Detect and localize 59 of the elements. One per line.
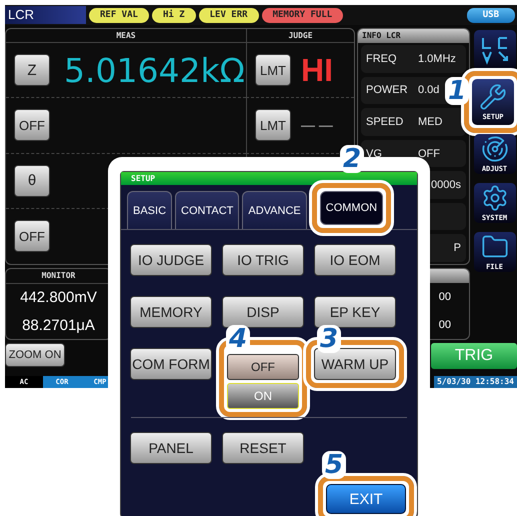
status-badge: Hi Z <box>152 8 196 22</box>
limit-button[interactable]: LMT <box>255 54 291 86</box>
setting-button[interactable]: COM FORM <box>130 348 212 380</box>
step-number: 5 <box>322 451 346 479</box>
parameter-button[interactable]: Z <box>14 54 50 86</box>
setting-button[interactable]: PANEL <box>130 432 212 464</box>
info-label: POWER <box>366 84 409 96</box>
info-label: VG <box>366 148 383 160</box>
panel-header: INFO LCR <box>358 29 469 43</box>
judge-result: — — <box>301 117 333 134</box>
info-value: MED <box>418 116 442 128</box>
setting-button[interactable]: WARM UP <box>314 348 396 380</box>
setting-button[interactable]: IO TRIG <box>222 244 304 276</box>
info-label: FREQ <box>366 52 398 65</box>
tab[interactable]: CONTACT <box>175 191 240 229</box>
side-menu-button[interactable] <box>474 30 516 70</box>
step-number: 2 <box>340 145 364 173</box>
screen-title: LCR <box>5 6 86 24</box>
dialog-title: SETUP <box>121 172 417 185</box>
setting-button[interactable]: MEMORY <box>130 296 212 328</box>
setting-button[interactable]: IO JUDGE <box>130 244 212 276</box>
status-badge: LEV ERR <box>198 8 259 22</box>
target-icon <box>480 135 508 163</box>
monitor-value: 442.800mV <box>19 288 98 308</box>
usb-indicator: USB <box>466 8 515 22</box>
status-badge: MEMORY FULL <box>262 8 344 22</box>
info-value: 0.0d <box>418 84 440 96</box>
setting-button[interactable]: IO EOM <box>314 244 396 276</box>
info-value: OFF <box>418 148 440 160</box>
info-value: 00 <box>438 291 451 303</box>
column-header: MEAS <box>6 29 246 43</box>
parameter-button[interactable]: θ <box>14 164 50 197</box>
info-value: 00 <box>438 319 451 331</box>
monitor-value: 88.2701μA <box>21 316 96 336</box>
judge-result: HI <box>301 52 333 89</box>
tab[interactable]: BASIC <box>127 191 172 229</box>
tab[interactable]: ADVANCE <box>242 191 307 229</box>
parameter-button[interactable]: OFF <box>14 220 50 252</box>
info-value: 1.0MHz <box>418 52 456 65</box>
exit-button[interactable]: EXIT <box>326 484 406 514</box>
setting-button[interactable]: RESET <box>222 432 304 464</box>
tab[interactable]: COMMON <box>320 191 384 225</box>
setting-button[interactable]: EP KEY <box>314 296 396 328</box>
gear-icon <box>480 184 508 212</box>
setting-button[interactable]: DISP <box>222 296 304 328</box>
zoom-button[interactable]: ZOOM ON <box>5 343 65 367</box>
column-header: JUDGE <box>246 29 354 43</box>
parameter-button[interactable]: OFF <box>14 109 50 142</box>
info-label: SPEED <box>366 116 404 128</box>
step-number: 1 <box>445 77 470 105</box>
status-badge: REF VAL <box>89 8 149 22</box>
wrench-icon <box>479 83 507 111</box>
date-time: 5/03/30 12:58:34 <box>434 376 517 388</box>
measured-value: 5.01642kΩ <box>64 50 245 90</box>
limit-button[interactable]: LMT <box>255 109 291 142</box>
info-value: P <box>454 242 461 254</box>
info-value: 0000s <box>431 179 461 192</box>
toggle-option[interactable]: OFF <box>227 354 299 380</box>
step-number: 3 <box>317 325 342 353</box>
